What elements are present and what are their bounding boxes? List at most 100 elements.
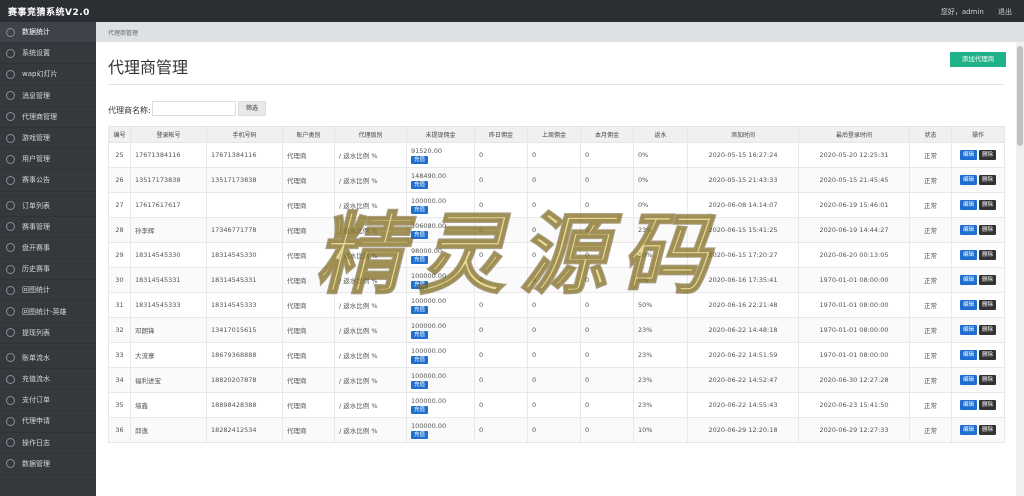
sidebar-item[interactable]: 操作日志 xyxy=(0,433,96,454)
sidebar-item[interactable]: 代理商管理 xyxy=(0,107,96,128)
sidebar-item[interactable]: 赛事管理 xyxy=(0,217,96,238)
delete-button[interactable]: 删除 xyxy=(979,350,997,360)
cell-status: 正常 xyxy=(909,417,952,443)
cell-account: 邓朗锋 xyxy=(130,317,207,343)
recharge-button[interactable]: 充值 xyxy=(411,180,429,189)
delete-button[interactable]: 删除 xyxy=(979,275,997,285)
edit-button[interactable]: 编辑 xyxy=(959,350,977,360)
agent-name-input[interactable] xyxy=(152,101,236,116)
delete-button[interactable]: 删除 xyxy=(979,400,997,410)
cell-type: 代理商 xyxy=(282,292,335,318)
cell-actions: 编辑 删除 xyxy=(951,267,1005,293)
sidebar-item[interactable]: 回图统计 xyxy=(0,280,96,302)
cell-phone: 17671384116 xyxy=(206,142,283,168)
edit-button[interactable]: 编辑 xyxy=(959,250,977,260)
cell-phone: 18314545333 xyxy=(206,292,283,318)
recharge-button[interactable]: 充值 xyxy=(411,230,429,239)
recharge-button[interactable]: 充值 xyxy=(411,205,429,214)
delete-button[interactable]: 删除 xyxy=(979,225,997,235)
edit-button[interactable]: 编辑 xyxy=(959,375,977,385)
sidebar-item[interactable]: 提现列表 xyxy=(0,323,96,344)
filter-button[interactable]: 筛选 xyxy=(238,101,266,116)
sidebar-item[interactable]: wap幻灯片 xyxy=(0,64,96,86)
recharge-button[interactable]: 充值 xyxy=(411,355,429,364)
sidebar-item[interactable]: 赛事公告 xyxy=(0,170,96,192)
sidebar-item[interactable]: 游戏管理 xyxy=(0,128,96,150)
recharge-button[interactable]: 充值 xyxy=(411,380,429,389)
cell-actions: 编辑 删除 xyxy=(951,142,1005,168)
recharge-button[interactable]: 充值 xyxy=(411,405,429,414)
cell-account: 18314545333 xyxy=(130,292,207,318)
sidebar-item[interactable]: 数据统计 xyxy=(0,22,96,44)
recharge-button[interactable]: 充值 xyxy=(411,255,429,264)
cell-last-week: 0 xyxy=(527,192,581,218)
sidebar-item[interactable]: 消息管理 xyxy=(0,86,96,107)
sidebar-item[interactable]: 数据管理 xyxy=(0,454,96,475)
cell-balance: 91520.00 充值 xyxy=(406,142,475,168)
menu-icon xyxy=(6,416,15,426)
delete-button[interactable]: 删除 xyxy=(979,150,997,160)
sidebar-item[interactable]: 系统设置 xyxy=(0,43,96,65)
recharge-button[interactable]: 充值 xyxy=(411,305,429,314)
table-row: 32 邓朗锋 13417015615 代理商 / 返水比例 % 100000.00 充值 0 0… xyxy=(108,317,1005,343)
balance-value: 100000.00 xyxy=(411,196,447,205)
edit-button[interactable]: 编辑 xyxy=(959,425,977,435)
cell-added: 2020-05-15 16:27:24 xyxy=(687,142,799,168)
cell-last-login: 1970-01-01 08:00:00 xyxy=(798,292,910,318)
cell-level: / 返水比例 % xyxy=(334,167,407,193)
main-content: 代理商管理 添加代理商 代理商名称: 筛选 编号 登录帐号 手机号码 账户类别 代理级别… xyxy=(96,42,1016,496)
edit-button[interactable]: 编辑 xyxy=(959,225,977,235)
column-header: 操作 xyxy=(951,126,1005,143)
cell-added: 2020-06-16 17:35:41 xyxy=(687,267,799,293)
sidebar-item[interactable]: 账单流水 xyxy=(0,348,96,369)
cell-phone: 18898428388 xyxy=(206,392,283,418)
delete-button[interactable]: 删除 xyxy=(979,300,997,310)
cell-yesterday: 0 xyxy=(474,242,528,268)
cell-type: 代理商 xyxy=(282,392,335,418)
sidebar-item[interactable]: 回图统计-英雄 xyxy=(0,301,96,323)
cell-last-login: 2020-05-20 12:25:31 xyxy=(798,142,910,168)
cell-id: 27 xyxy=(108,192,131,218)
edit-button[interactable]: 编辑 xyxy=(959,400,977,410)
sidebar-item[interactable]: 支付订单 xyxy=(0,390,96,412)
delete-button[interactable]: 删除 xyxy=(979,175,997,185)
cell-status: 正常 xyxy=(909,292,952,318)
sidebar-item[interactable]: 订单列表 xyxy=(0,196,96,217)
delete-button[interactable]: 删除 xyxy=(979,250,997,260)
delete-button[interactable]: 删除 xyxy=(979,375,997,385)
logout-link[interactable]: 退出 xyxy=(998,8,1012,16)
column-header: 本月佣金 xyxy=(580,126,634,143)
column-header: 手机号码 xyxy=(206,126,283,143)
balance-value: 100000.00 xyxy=(411,271,447,280)
add-agent-button[interactable]: 添加代理商 xyxy=(950,52,1006,67)
recharge-button[interactable]: 充值 xyxy=(411,280,429,289)
edit-button[interactable]: 编辑 xyxy=(959,200,977,210)
balance-value: 148490.00 xyxy=(411,171,447,180)
edit-button[interactable]: 编辑 xyxy=(959,175,977,185)
edit-button[interactable]: 编辑 xyxy=(959,300,977,310)
recharge-button[interactable]: 充值 xyxy=(411,330,429,339)
cell-balance: 98000.00 充值 xyxy=(406,242,475,268)
edit-button[interactable]: 编辑 xyxy=(959,150,977,160)
recharge-button[interactable]: 充值 xyxy=(411,155,429,164)
sidebar-item[interactable]: 用户管理 xyxy=(0,149,96,171)
delete-button[interactable]: 删除 xyxy=(979,325,997,335)
cell-actions: 编辑 删除 xyxy=(951,317,1005,343)
edit-button[interactable]: 编辑 xyxy=(959,275,977,285)
sidebar-item-label: 充值流水 xyxy=(22,375,50,384)
scrollbar-thumb[interactable] xyxy=(1017,46,1023,146)
sidebar-item[interactable]: 盘开赛事 xyxy=(0,238,96,260)
page-scrollbar[interactable] xyxy=(1016,42,1024,496)
sidebar-item-label: 历史赛事 xyxy=(22,265,50,274)
cell-rebate: 23% xyxy=(633,217,688,243)
breadcrumb: 代理商管理 xyxy=(96,22,1024,42)
cell-type: 代理商 xyxy=(282,417,335,443)
sidebar-item[interactable]: 充值流水 xyxy=(0,369,96,391)
sidebar-item[interactable]: 历史赛事 xyxy=(0,259,96,281)
menu-icon xyxy=(6,264,15,274)
sidebar-item[interactable]: 代理申请 xyxy=(0,411,96,433)
delete-button[interactable]: 删除 xyxy=(979,425,997,435)
delete-button[interactable]: 删除 xyxy=(979,200,997,210)
edit-button[interactable]: 编辑 xyxy=(959,325,977,335)
recharge-button[interactable]: 充值 xyxy=(411,430,429,439)
